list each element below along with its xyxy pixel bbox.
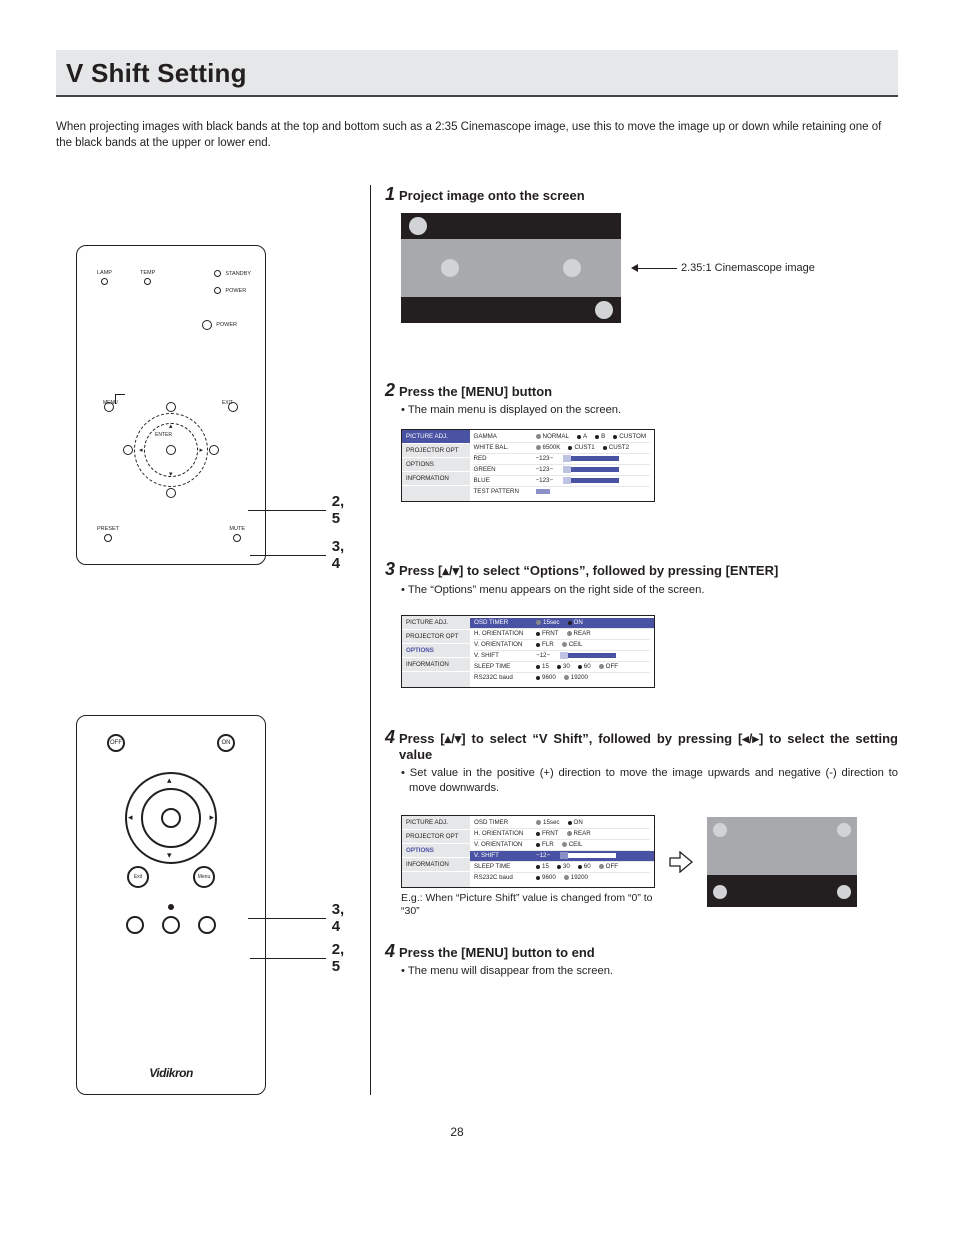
osd-menu-vshift: PICTURE ADJ. PROJECTOR OPT OPTIONS INFOR… [401,815,655,888]
right-arrow-icon: ▸ [199,446,203,454]
menu-button [104,402,114,412]
left-button [123,445,133,455]
power-led: POWER [214,287,251,294]
remote-exit: Exit [127,866,149,888]
left-arrow-icon: ◂ [139,446,143,454]
down-button [166,488,176,498]
step-3: 3Press [▴/▾] to select “Options”, follow… [385,560,898,688]
down-arrow-icon: ▾ [167,850,172,861]
dot-icon [168,904,174,910]
arrow-right-icon [669,851,693,873]
brand-logo: Vidikron [77,1066,265,1080]
step-1: 1Project image onto the screen 2.35:1 Ci… [385,185,898,323]
preset-button: PRESET [97,526,119,542]
step4-caption: E.g.: When “Picture Shift” value is chan… [401,892,655,918]
dpad: MENU EXIT ENTER ▴ ▾ ◂ [123,402,219,498]
intro-text: When projecting images with black bands … [56,119,898,151]
remote-row-3 [91,916,251,934]
up-arrow-icon: ▴ [169,422,173,430]
step-2: 2Press the [MENU] button The main menu i… [385,381,898,502]
down-arrow-icon: ▾ [169,470,173,478]
power-button: POWER [202,320,237,330]
result-screen-diagram [707,817,857,907]
page-title: V Shift Setting [66,58,888,89]
cinemascope-screen-diagram [401,213,621,323]
remote-dpad: ▴ ▾ ◂ ▸ Exit Menu [125,772,217,864]
up-arrow-icon: ▴ [167,775,172,786]
right-button [209,445,219,455]
remote-menu: Menu [193,866,215,888]
leader-line: 2.35:1 Cinemascope image [631,262,815,274]
remote-diagram: OFF ON ▴ ▾ ◂ ▸ Exit Menu Vidikron [76,715,266,1095]
left-arrow-icon: ◂ [128,812,133,823]
right-arrow-icon: ▸ [209,812,214,823]
projector-panel-diagram: LAMP TEMP STANDBY POWER POWER MENU EXIT … [76,245,266,565]
lamp-led: LAMP [97,270,112,294]
title-bar: V Shift Setting [56,50,898,97]
step-5: 4Press the [MENU] button to end The menu… [385,942,898,980]
exit-button [228,402,238,412]
on-button: ON [217,734,235,752]
page-number: 28 [16,1125,898,1139]
up-button [166,402,176,412]
temp-led: TEMP [140,270,155,294]
standby-led: STANDBY [214,270,251,277]
column-divider [370,185,371,1095]
step-4: 4Press [▴/▾] to select “V Shift”, follow… [385,728,898,919]
osd-menu-options: PICTURE ADJ. PROJECTOR OPT OPTIONS INFOR… [401,615,655,688]
mute-button: MUTE [229,526,245,542]
osd-menu-picture: PICTURE ADJ. PROJECTOR OPT OPTIONS INFOR… [401,429,655,502]
off-button: OFF [107,734,125,752]
